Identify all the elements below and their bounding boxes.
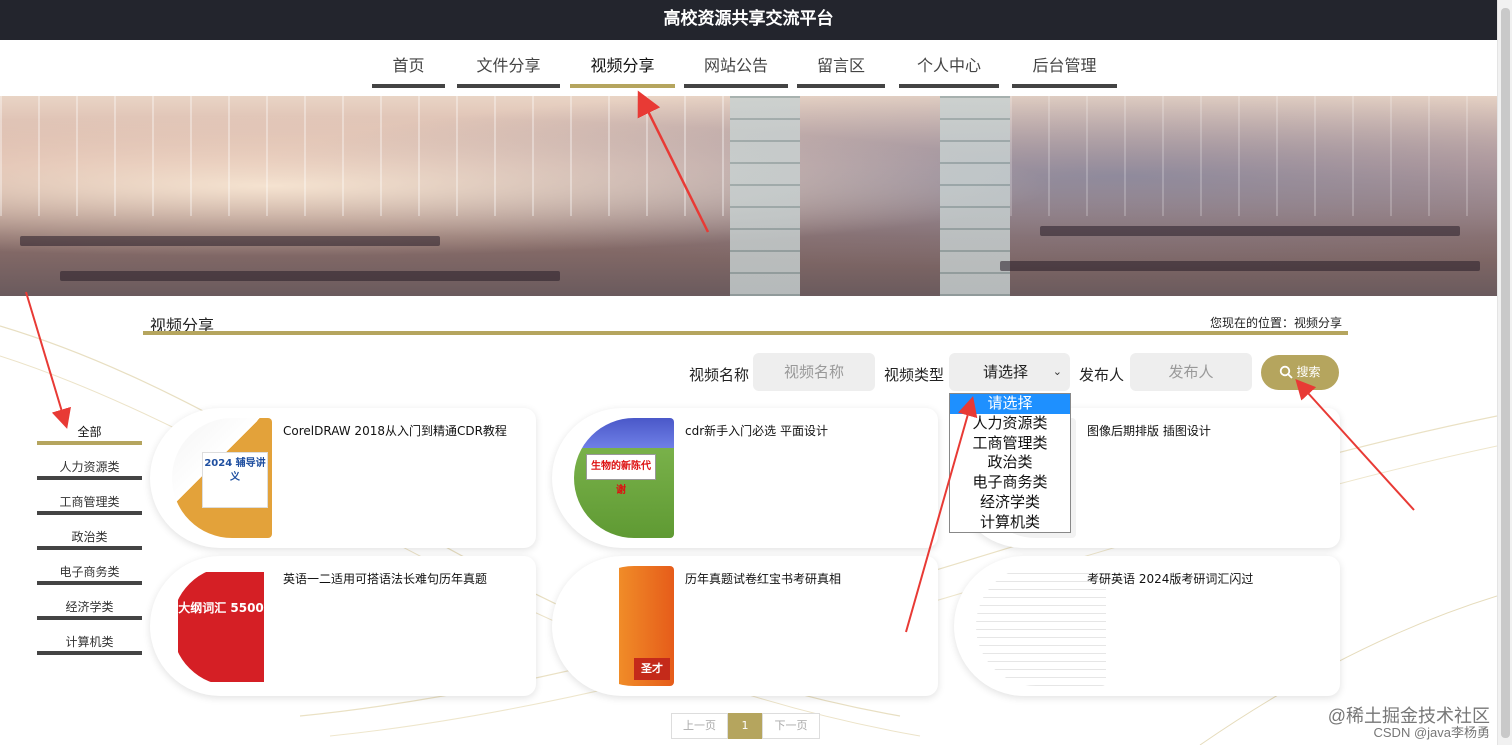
video-title[interactable]: cdr新手入门必选 平面设计 bbox=[685, 422, 828, 439]
type-option[interactable]: 计算机类 bbox=[950, 513, 1070, 533]
type-option[interactable]: 工商管理类 bbox=[950, 434, 1070, 454]
video-card[interactable]: 大纲词汇 5500 英语一二适用可搭语法长难句历年真题 bbox=[150, 556, 536, 696]
watermark-csdn: CSDN @java李杨勇 bbox=[1373, 725, 1491, 740]
nav-admin[interactable]: 后台管理 bbox=[1012, 52, 1117, 88]
video-type-dropdown: 请选择 人力资源类 工商管理类 政治类 电子商务类 经济学类 计算机类 bbox=[949, 393, 1071, 533]
video-card[interactable]: 2024 辅导讲义 CorelDRAW 2018从入门到精通CDR教程 bbox=[150, 408, 536, 548]
video-card[interactable]: 生物的新陈代谢 cdr新手入门必选 平面设计 bbox=[552, 408, 938, 548]
nav-announcements[interactable]: 网站公告 bbox=[684, 52, 788, 88]
chevron-down-icon: ⌄ bbox=[1052, 365, 1062, 378]
type-option[interactable]: 人力资源类 bbox=[950, 414, 1070, 434]
site-header: 高校资源共享交流平台 bbox=[0, 0, 1497, 40]
video-title[interactable]: CorelDRAW 2018从入门到精通CDR教程 bbox=[283, 422, 507, 439]
scrollbar-thumb[interactable] bbox=[1501, 8, 1510, 738]
video-type-select[interactable]: 请选择 ⌄ bbox=[949, 353, 1070, 391]
video-thumbnail: 生物的新陈代谢 bbox=[574, 418, 674, 538]
category-economics[interactable]: 经济学类 bbox=[37, 600, 142, 620]
search-icon bbox=[1280, 365, 1294, 379]
video-title[interactable]: 英语一二适用可搭语法长难句历年真题 bbox=[283, 570, 487, 587]
publisher-label: 发布人 bbox=[1079, 366, 1125, 384]
category-computer[interactable]: 计算机类 bbox=[37, 635, 142, 655]
nav-file-share[interactable]: 文件分享 bbox=[457, 52, 560, 88]
nav-video-share[interactable]: 视频分享 bbox=[570, 52, 675, 88]
thumbnail-caption: 大纲词汇 5500 bbox=[178, 572, 264, 682]
video-title[interactable]: 图像后期排版 插图设计 bbox=[1087, 422, 1211, 439]
type-option[interactable]: 经济学类 bbox=[950, 493, 1070, 513]
category-politics[interactable]: 政治类 bbox=[37, 530, 142, 550]
prev-page-button[interactable]: 上一页 bbox=[671, 713, 728, 739]
next-page-button[interactable]: 下一页 bbox=[762, 713, 820, 739]
thumbnail-caption: 生物的新陈代谢 bbox=[586, 454, 656, 496]
video-thumbnail: 2024 辅导讲义 bbox=[172, 418, 272, 538]
page-1-button[interactable]: 1 bbox=[728, 713, 762, 739]
thumbnail-caption: 圣才 bbox=[634, 658, 670, 680]
site-title: 高校资源共享交流平台 bbox=[663, 9, 834, 29]
category-ecommerce[interactable]: 电子商务类 bbox=[37, 565, 142, 585]
video-title[interactable]: 历年真题试卷红宝书考研真相 bbox=[685, 570, 841, 587]
video-thumbnail: 大纲词汇 5500 bbox=[172, 566, 272, 686]
video-thumbnail: 圣才 bbox=[574, 566, 674, 686]
search-button[interactable]: 搜索 bbox=[1261, 355, 1339, 390]
nav-personal-center[interactable]: 个人中心 bbox=[899, 52, 999, 88]
video-name-label: 视频名称 bbox=[689, 366, 750, 384]
category-all[interactable]: 全部 bbox=[37, 425, 142, 445]
video-type-label: 视频类型 bbox=[884, 366, 945, 384]
video-name-input[interactable]: 视频名称 bbox=[753, 353, 875, 391]
thumbnail-caption: 2024 辅导讲义 bbox=[202, 452, 268, 508]
vertical-scrollbar[interactable] bbox=[1497, 0, 1512, 745]
category-business[interactable]: 工商管理类 bbox=[37, 495, 142, 515]
type-option[interactable]: 电子商务类 bbox=[950, 473, 1070, 493]
nav-home[interactable]: 首页 bbox=[372, 52, 445, 88]
type-option[interactable]: 请选择 bbox=[950, 394, 1070, 414]
breadcrumb: 您现在的位置：视频分享 bbox=[1209, 316, 1342, 330]
category-hr[interactable]: 人力资源类 bbox=[37, 460, 142, 480]
section-divider bbox=[143, 331, 1348, 335]
banner-image bbox=[0, 96, 1497, 296]
video-card[interactable]: 圣才 历年真题试卷红宝书考研真相 bbox=[552, 556, 938, 696]
video-type-selected: 请选择 bbox=[983, 363, 1029, 381]
nav-message-board[interactable]: 留言区 bbox=[797, 52, 885, 88]
type-option[interactable]: 政治类 bbox=[950, 453, 1070, 473]
publisher-input[interactable]: 发布人 bbox=[1130, 353, 1252, 391]
video-card[interactable]: 考研英语 2024版考研词汇闪过 bbox=[954, 556, 1340, 696]
search-button-label: 搜索 bbox=[1296, 365, 1321, 379]
video-title[interactable]: 考研英语 2024版考研词汇闪过 bbox=[1087, 570, 1253, 587]
